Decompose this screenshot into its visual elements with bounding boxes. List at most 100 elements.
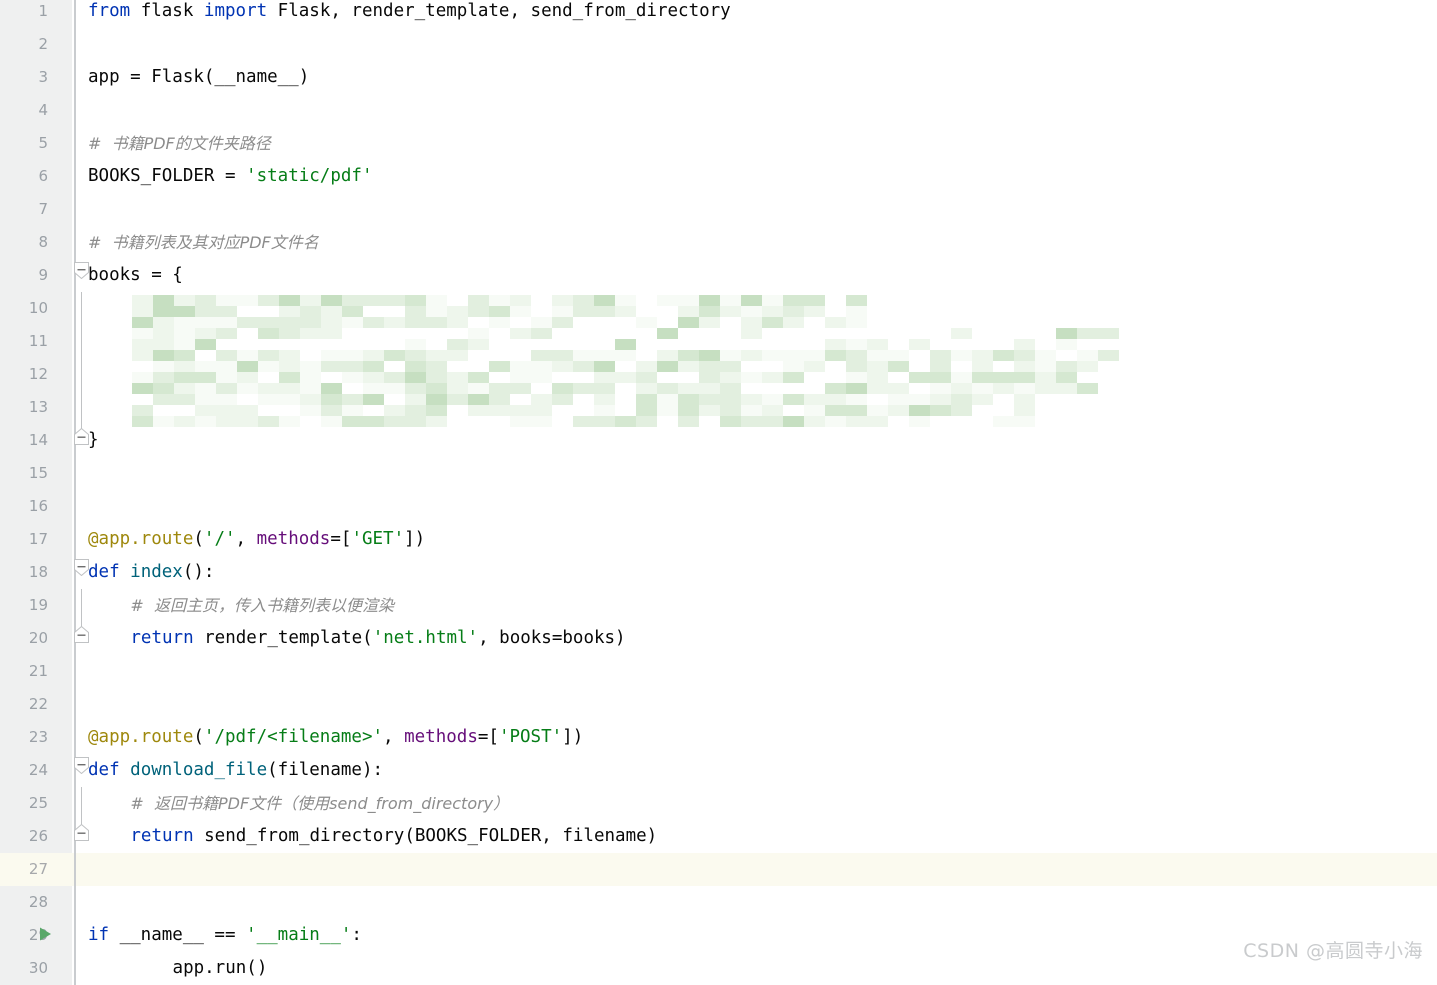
fold-collapse-icon-line18[interactable] <box>74 559 89 576</box>
code-line-row[interactable]: 20 return render_template('net.html', boo… <box>0 622 1437 655</box>
code-line-row[interactable]: 22 <box>0 688 1437 721</box>
code-token: (): <box>182 562 215 582</box>
code-token: import <box>203 1 268 21</box>
code-token: app.run() <box>130 958 268 978</box>
code-line-text: # 返回书籍PDF文件（使用send_from_directory） <box>130 787 509 820</box>
code-line-row[interactable]: 25 # 返回书籍PDF文件（使用send_from_directory） <box>0 787 1437 820</box>
code-token: from <box>88 1 131 21</box>
line-number: 19 <box>28 596 48 614</box>
code-token: =[ <box>330 529 352 549</box>
code-line-row[interactable]: 16 <box>0 490 1437 523</box>
code-line-row[interactable]: 29 if __name__ == '__main__': <box>0 919 1437 952</box>
code-line-row[interactable]: 23 @app.route('/pdf/<filename>', methods=… <box>0 721 1437 754</box>
line-number: 1 <box>38 2 48 20</box>
line-number: 2 <box>38 35 48 53</box>
code-token: return <box>130 628 194 648</box>
line-number: 4 <box>38 101 48 119</box>
line-number: 12 <box>28 365 48 383</box>
code-line-row[interactable]: 5 # 书籍PDF的文件夹路径 <box>0 127 1437 160</box>
code-token: methods <box>256 529 331 549</box>
code-line-row[interactable]: 27 <box>0 853 1437 886</box>
code-token: 'static/pdf' <box>246 166 373 186</box>
code-line-text: # 书籍PDF的文件夹路径 <box>88 127 271 160</box>
code-line-row[interactable]: 14} <box>0 424 1437 457</box>
code-token: __name__ == <box>109 925 247 945</box>
code-line-row[interactable]: 4 <box>0 94 1437 127</box>
code-line-row[interactable]: 8 # 书籍列表及其对应PDF文件名 <box>0 226 1437 259</box>
code-line-row[interactable]: 15 <box>0 457 1437 490</box>
fold-end-icon-line26[interactable] <box>74 824 89 841</box>
code-line-text: return send_from_directory(BOOKS_FOLDER,… <box>130 820 657 853</box>
csdn-watermark: CSDN @高圆寺小海 <box>1243 940 1423 962</box>
code-line-row[interactable]: 18 def index(): <box>0 556 1437 589</box>
code-line-row[interactable]: 24 def download_file(filename): <box>0 754 1437 787</box>
code-token: flask <box>130 1 204 21</box>
line-number: 10 <box>28 299 48 317</box>
line-number: 17 <box>28 530 48 548</box>
code-line-row[interactable]: 12 <box>0 358 1437 391</box>
code-token: # 返回主页，传入书籍列表以便渲染 <box>130 596 394 615</box>
code-token: (filename): <box>267 760 384 780</box>
code-token: index <box>130 562 183 582</box>
line-number: 18 <box>28 563 48 581</box>
run-script-icon[interactable] <box>37 926 53 942</box>
code-line-row[interactable]: 2 <box>0 28 1437 61</box>
fold-collapse-icon-line24[interactable] <box>74 757 89 774</box>
code-line-text: BOOKS_FOLDER = 'static/pdf' <box>88 160 372 193</box>
code-line-row[interactable]: 1 from flask import Flask, render_templat… <box>0 0 1437 28</box>
code-editor[interactable]: 1 from flask import Flask, render_templat… <box>0 0 1437 985</box>
code-line-row[interactable]: 10 <box>0 292 1437 325</box>
line-number: 20 <box>28 629 48 647</box>
line-number: 30 <box>28 959 48 977</box>
code-line-row[interactable]: 26 return send_from_directory(BOOKS_FOLDE… <box>0 820 1437 853</box>
code-line-row[interactable]: 6 BOOKS_FOLDER = 'static/pdf' <box>0 160 1437 193</box>
code-token: methods <box>404 727 478 747</box>
code-line-row[interactable]: 19 # 返回主页，传入书籍列表以便渲染 <box>0 589 1437 622</box>
line-number: 16 <box>28 497 48 515</box>
code-line-text: return render_template('net.html', books… <box>130 622 625 655</box>
code-line-row[interactable]: 17 @app.route('/', methods=['GET']) <box>0 523 1437 556</box>
code-token: @app.route <box>88 529 194 549</box>
fold-collapse-icon-line9[interactable] <box>74 262 89 279</box>
code-line-row[interactable]: 28 <box>0 886 1437 919</box>
code-token: 'POST' <box>498 727 563 747</box>
code-line-row[interactable]: 21 <box>0 655 1437 688</box>
code-token: # 书籍PDF的文件夹路径 <box>88 134 271 153</box>
code-line-text: books = { <box>88 259 183 292</box>
code-token: @app.route <box>88 727 194 747</box>
code-line-text: # 书籍列表及其对应PDF文件名 <box>88 226 319 259</box>
code-line-text: from flask import Flask, render_template… <box>88 0 731 28</box>
line-number: 8 <box>38 233 48 251</box>
code-line-text: @app.route('/', methods=['GET']) <box>88 523 425 556</box>
code-line-row[interactable]: 9 books = { <box>0 259 1437 292</box>
code-token: , books=books) <box>478 628 626 648</box>
code-token: send_from_directory <box>329 794 494 813</box>
code-token: def <box>88 760 120 780</box>
code-line-row[interactable]: 11 <box>0 325 1437 358</box>
code-line-row[interactable]: 13 <box>0 391 1437 424</box>
code-line-row[interactable]: 7 <box>0 193 1437 226</box>
code-token: 'GET' <box>351 529 405 549</box>
code-token: def <box>88 562 120 582</box>
code-token: # 书籍列表及其对应PDF文件名 <box>88 233 319 252</box>
line-number: 5 <box>38 134 48 152</box>
code-line-row[interactable]: 3 app = Flask(__name__) <box>0 61 1437 94</box>
code-token: # 返回书籍PDF文件（使用 <box>130 794 330 813</box>
code-token: books = { <box>88 265 183 285</box>
line-number: 22 <box>28 695 48 713</box>
code-line-row[interactable]: 30 app.run() <box>0 952 1437 985</box>
line-number: 27 <box>28 860 48 878</box>
code-token: if <box>88 925 110 945</box>
code-token: } <box>88 430 99 450</box>
code-token: : <box>351 925 362 945</box>
line-number: 13 <box>28 398 48 416</box>
code-line-text: if __name__ == '__main__': <box>88 919 362 952</box>
fold-end-icon-line20[interactable] <box>74 626 89 643</box>
line-number: 26 <box>28 827 48 845</box>
line-number: 3 <box>38 68 48 86</box>
code-token: app = Flask(__name__) <box>88 67 310 87</box>
fold-connector-line <box>81 292 82 442</box>
line-number: 23 <box>28 728 48 746</box>
fold-end-icon-line14[interactable] <box>74 428 89 445</box>
